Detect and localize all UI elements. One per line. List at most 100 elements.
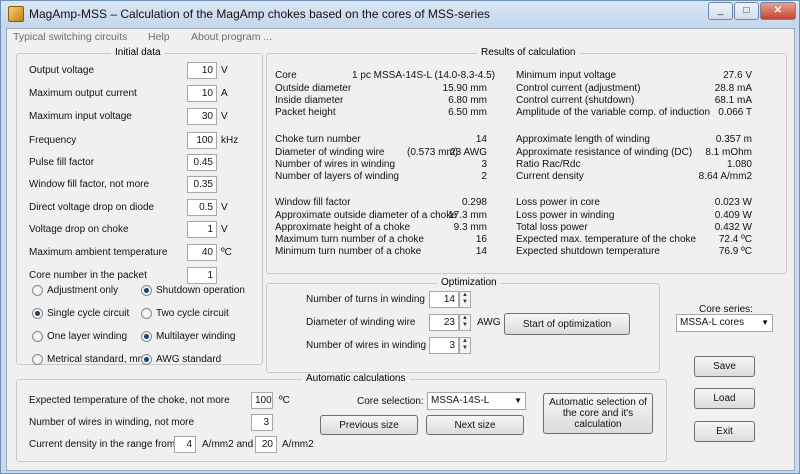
menu-help[interactable]: Help: [148, 31, 170, 43]
initial-row-label: Direct voltage drop on diode: [29, 202, 155, 213]
radio-button[interactable]: [141, 308, 152, 319]
minimize-button[interactable]: _: [708, 2, 733, 20]
result-value: 15.90 mm: [442, 83, 487, 94]
core-selection-value: MSSA-14S-L: [431, 395, 490, 406]
menu-about[interactable]: About program ...: [191, 31, 272, 43]
opt-wires-spinner[interactable]: ▲ ▼: [459, 337, 471, 354]
result-label: Diameter of winding wire: [275, 147, 385, 158]
save-button[interactable]: Save: [694, 356, 755, 377]
chevron-down-icon: ▼: [761, 318, 769, 327]
initial-row-input[interactable]: 30: [187, 108, 217, 125]
opt-turns-input[interactable]: 14: [429, 291, 459, 308]
radio-label: Single cycle circuit: [47, 308, 130, 319]
auto-density-from-input[interactable]: 4: [174, 436, 196, 453]
initial-data-group: Initial data Output voltage 10 V Maximum ou…: [16, 47, 263, 365]
maximize-button[interactable]: □: [734, 2, 759, 20]
auto-density-unit: A/mm2: [282, 439, 314, 450]
opt-turns-spinner[interactable]: ▲ ▼: [459, 291, 471, 308]
menu-typical-circuits[interactable]: Typical switching circuits: [13, 31, 127, 43]
opt-turns-label: Number of turns in winding: [306, 294, 425, 305]
result-value: 0.066 T: [718, 107, 752, 118]
initial-row-input[interactable]: 1: [187, 221, 217, 238]
initial-row-input[interactable]: 0.35: [187, 176, 217, 193]
initial-row-unit: V: [221, 65, 228, 76]
radio-button[interactable]: [141, 354, 152, 365]
auto-wires-input[interactable]: 3: [251, 414, 273, 431]
core-series-value: MSSA-L cores: [680, 317, 745, 328]
app-window: MagAmp-MSS – Calculation of the MagAmp c…: [0, 0, 800, 474]
core-selection-select[interactable]: MSSA-14S-L ▼: [427, 392, 526, 410]
spin-up-icon[interactable]: ▲: [460, 292, 470, 299]
radio-label: One layer winding: [47, 331, 128, 342]
result-value: 14: [475, 246, 487, 257]
opt-diameter-spinner[interactable]: ▲ ▼: [459, 314, 471, 331]
result-value: 1.080: [726, 159, 752, 170]
auto-temp-input[interactable]: 100: [251, 392, 273, 409]
initial-row-unit: V: [221, 202, 228, 213]
auto-temp-unit: ºC: [279, 395, 290, 406]
spin-up-icon[interactable]: ▲: [460, 315, 470, 322]
result-value: 27.6 V: [723, 70, 752, 81]
opt-wires-input[interactable]: 3: [429, 337, 459, 354]
result-value: 0.432 W: [714, 222, 752, 233]
result-label: Packet height: [275, 107, 336, 118]
optimization-title: Optimization: [437, 277, 501, 288]
initial-row-label: Window fill factor, not more: [29, 179, 150, 190]
radio-label: AWG standard: [156, 354, 222, 365]
result-value: 68.1 mA: [714, 95, 752, 106]
auto-wires-label: Number of wires in winding, not more: [29, 417, 195, 428]
initial-row-input[interactable]: 0.45: [187, 154, 217, 171]
initial-row-input[interactable]: 10: [187, 62, 217, 79]
radio-button[interactable]: [141, 331, 152, 342]
result-label: Choke turn number: [275, 134, 361, 145]
result-value: 23 AWG: [450, 147, 487, 158]
spin-up-icon[interactable]: ▲: [460, 338, 470, 345]
close-button[interactable]: ✕: [760, 2, 796, 20]
result-label: Maximum turn number of a choke: [275, 234, 424, 245]
radio-button[interactable]: [141, 285, 152, 296]
initial-row-input[interactable]: 1: [187, 267, 217, 284]
result-value: 76.9 ºC: [718, 246, 752, 257]
next-size-button[interactable]: Next size: [426, 415, 524, 435]
results-title: Results of calculation: [477, 47, 580, 58]
opt-diameter-input[interactable]: 23: [429, 314, 459, 331]
initial-row-unit: V: [221, 111, 228, 122]
result-label: Loss power in winding: [516, 210, 615, 221]
spin-down-icon[interactable]: ▼: [460, 345, 470, 352]
radio-button[interactable]: [32, 285, 43, 296]
result-label: Approximate length of winding: [516, 134, 650, 145]
spin-down-icon[interactable]: ▼: [460, 322, 470, 329]
result-label: Control current (adjustment): [516, 83, 641, 94]
radio-button[interactable]: [32, 331, 43, 342]
result-value: 6.50 mm: [448, 107, 487, 118]
initial-row-input[interactable]: 100: [187, 132, 217, 149]
spin-down-icon[interactable]: ▼: [460, 299, 470, 306]
result-label: Amplitude of the variable comp. of induc…: [516, 107, 710, 118]
load-button[interactable]: Load: [694, 388, 755, 409]
result-label: Total loss power: [516, 222, 588, 233]
result-label: Core: [275, 70, 297, 81]
result-value: 17.3 mm: [448, 210, 487, 221]
core-series-select[interactable]: MSSA-L cores ▼: [676, 314, 773, 332]
auto-density-to-input[interactable]: 20: [255, 436, 277, 453]
initial-row-input[interactable]: 0.5: [187, 199, 217, 216]
radio-button[interactable]: [32, 308, 43, 319]
radio-button[interactable]: [32, 354, 43, 365]
previous-size-button[interactable]: Previous size: [320, 415, 418, 435]
opt-wires-label: Number of wires in winding: [306, 340, 427, 351]
initial-row-unit: kHz: [221, 135, 239, 146]
exit-button[interactable]: Exit: [694, 421, 755, 442]
automatic-calculations-group: Automatic calculations Expected temperat…: [16, 373, 667, 462]
initial-row-label: Core number in the packet: [29, 270, 147, 281]
result-label: Approximate height of a choke: [275, 222, 411, 233]
initial-row-input[interactable]: 10: [187, 85, 217, 102]
auto-select-core-button[interactable]: Automatic selection of the core and it's…: [543, 393, 653, 434]
radio-label: Two cycle circuit: [156, 308, 229, 319]
result-value: 2: [481, 171, 487, 182]
initial-row-label: Pulse fill factor: [29, 157, 95, 168]
initial-row-input[interactable]: 40: [187, 244, 217, 261]
start-optimization-button[interactable]: Start of optimization: [504, 313, 630, 335]
result-value: 72.4 ºC: [718, 234, 752, 245]
auto-title: Automatic calculations: [302, 373, 410, 384]
result-label: Minimum turn number of a choke: [275, 246, 422, 257]
